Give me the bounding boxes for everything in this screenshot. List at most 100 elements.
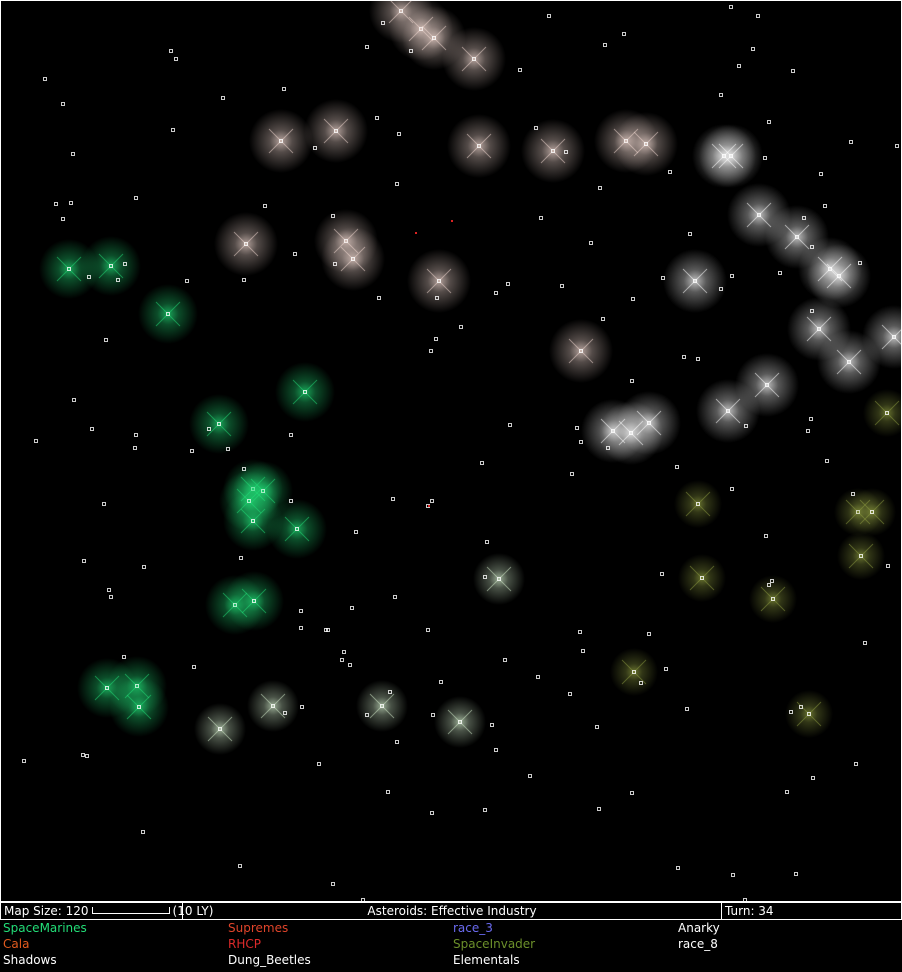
star-system[interactable] bbox=[528, 774, 532, 778]
star-system[interactable] bbox=[597, 807, 601, 811]
fleet-marker[interactable] bbox=[415, 232, 417, 234]
star-system[interactable] bbox=[730, 274, 734, 278]
star-system[interactable] bbox=[751, 47, 755, 51]
star-system[interactable] bbox=[598, 186, 602, 190]
star-system[interactable] bbox=[122, 655, 126, 659]
star-system[interactable] bbox=[595, 725, 599, 729]
star-system[interactable] bbox=[547, 14, 551, 18]
star-system[interactable] bbox=[743, 898, 747, 902]
star-system[interactable] bbox=[485, 540, 489, 544]
fleet-marker[interactable] bbox=[428, 505, 430, 507]
star-system[interactable] bbox=[142, 565, 146, 569]
star-system[interactable] bbox=[104, 338, 108, 342]
star-system[interactable] bbox=[43, 77, 47, 81]
star-system[interactable] bbox=[603, 43, 607, 47]
star-system[interactable] bbox=[570, 472, 574, 476]
star-system[interactable] bbox=[71, 152, 75, 156]
star-map[interactable] bbox=[0, 0, 902, 902]
race-label[interactable]: race_8 bbox=[678, 936, 718, 952]
star-system[interactable] bbox=[22, 759, 26, 763]
star-system[interactable] bbox=[688, 232, 692, 236]
race-label[interactable]: Cala bbox=[3, 936, 29, 952]
star-system[interactable] bbox=[391, 497, 395, 501]
star-system[interactable] bbox=[668, 170, 672, 174]
star-system[interactable] bbox=[430, 811, 434, 815]
star-system[interactable] bbox=[589, 241, 593, 245]
galaxy-canvas[interactable] bbox=[1, 1, 901, 901]
star-system[interactable] bbox=[434, 337, 438, 341]
star-system[interactable] bbox=[854, 762, 858, 766]
star-system[interactable] bbox=[102, 502, 106, 506]
star-system[interactable] bbox=[221, 96, 225, 100]
star-system[interactable] bbox=[622, 32, 626, 36]
star-system[interactable] bbox=[575, 426, 579, 430]
star-system[interactable] bbox=[397, 132, 401, 136]
star-system[interactable] bbox=[630, 379, 634, 383]
star-system[interactable] bbox=[778, 271, 782, 275]
star-system[interactable] bbox=[518, 68, 522, 72]
star-system[interactable] bbox=[767, 120, 771, 124]
star-system[interactable] bbox=[90, 427, 94, 431]
star-system[interactable] bbox=[536, 675, 540, 679]
star-system[interactable] bbox=[317, 762, 321, 766]
star-system[interactable] bbox=[365, 45, 369, 49]
star-system[interactable] bbox=[647, 632, 651, 636]
star-system[interactable] bbox=[756, 14, 760, 18]
star-system[interactable] bbox=[326, 628, 330, 632]
star-system[interactable] bbox=[685, 707, 689, 711]
star-system[interactable] bbox=[763, 156, 767, 160]
race-label[interactable]: RHCP bbox=[228, 936, 261, 952]
star-system[interactable] bbox=[141, 830, 145, 834]
star-system[interactable] bbox=[494, 291, 498, 295]
star-system[interactable] bbox=[579, 440, 583, 444]
star-system[interactable] bbox=[506, 282, 510, 286]
star-system[interactable] bbox=[426, 628, 430, 632]
star-system[interactable] bbox=[581, 649, 585, 653]
star-system[interactable] bbox=[282, 87, 286, 91]
star-system[interactable] bbox=[811, 776, 815, 780]
race-label[interactable]: SpaceMarines bbox=[3, 920, 87, 936]
star-system[interactable] bbox=[395, 182, 399, 186]
star-system[interactable] bbox=[377, 296, 381, 300]
star-system[interactable] bbox=[354, 530, 358, 534]
star-system[interactable] bbox=[809, 417, 813, 421]
star-system[interactable] bbox=[886, 564, 890, 568]
star-system[interactable] bbox=[490, 723, 494, 727]
fleet-marker[interactable] bbox=[451, 220, 453, 222]
race-label[interactable]: Elementals bbox=[453, 952, 520, 968]
star-system[interactable] bbox=[819, 172, 823, 176]
star-system[interactable] bbox=[350, 606, 354, 610]
star-system[interactable] bbox=[483, 808, 487, 812]
star-system[interactable] bbox=[429, 349, 433, 353]
star-system[interactable] bbox=[480, 461, 484, 465]
star-system[interactable] bbox=[185, 279, 189, 283]
star-system[interactable] bbox=[342, 650, 346, 654]
star-system[interactable] bbox=[61, 217, 65, 221]
star-system[interactable] bbox=[174, 57, 178, 61]
star-system[interactable] bbox=[696, 357, 700, 361]
star-system[interactable] bbox=[331, 882, 335, 886]
star-system[interactable] bbox=[719, 93, 723, 97]
star-system[interactable] bbox=[676, 866, 680, 870]
star-system[interactable] bbox=[664, 667, 668, 671]
star-system[interactable] bbox=[560, 284, 564, 288]
star-system[interactable] bbox=[660, 572, 664, 576]
star-system[interactable] bbox=[895, 144, 899, 148]
race-label[interactable]: Dung_Beetles bbox=[228, 952, 311, 968]
star-system[interactable] bbox=[348, 663, 352, 667]
star-system[interactable] bbox=[340, 658, 344, 662]
star-system[interactable] bbox=[109, 595, 113, 599]
star-system[interactable] bbox=[459, 325, 463, 329]
star-system[interactable] bbox=[578, 630, 582, 634]
star-system[interactable] bbox=[503, 658, 507, 662]
race-label[interactable]: SpaceInvader bbox=[453, 936, 535, 952]
star-system[interactable] bbox=[134, 196, 138, 200]
star-system[interactable] bbox=[825, 459, 829, 463]
star-system[interactable] bbox=[386, 790, 390, 794]
star-system[interactable] bbox=[494, 748, 498, 752]
star-system[interactable] bbox=[192, 665, 196, 669]
star-system[interactable] bbox=[190, 449, 194, 453]
star-system[interactable] bbox=[134, 433, 138, 437]
star-system[interactable] bbox=[439, 680, 443, 684]
star-system[interactable] bbox=[72, 398, 76, 402]
